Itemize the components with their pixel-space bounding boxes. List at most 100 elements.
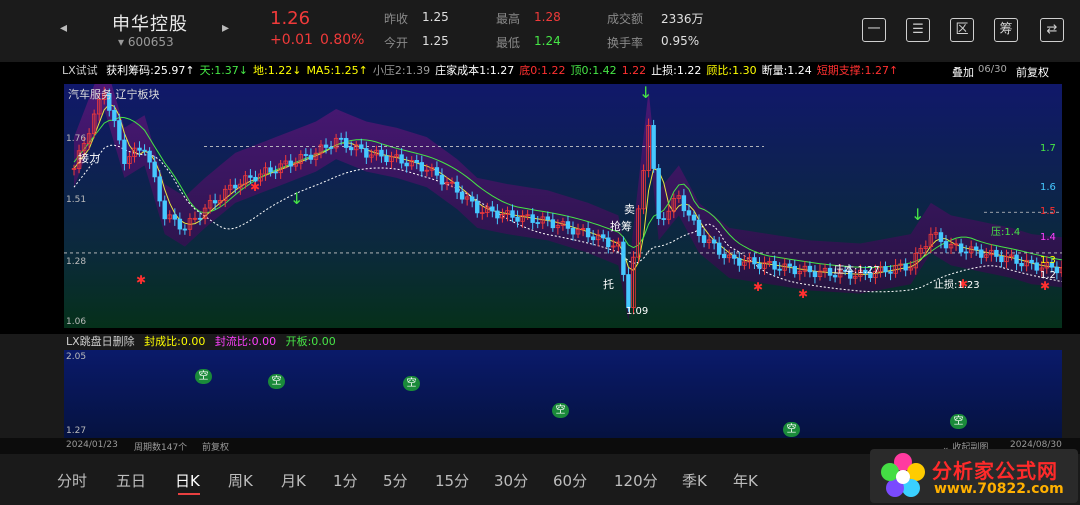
indicator-name[interactable]: LX试试 xyxy=(62,64,98,77)
candle-body xyxy=(545,216,550,221)
annotation-low: 1.09 xyxy=(626,306,649,317)
flower-logo-icon xyxy=(881,453,925,497)
indicator-value: 获利筹码:25.97↑ xyxy=(106,64,195,77)
buy-signal-star: ✱ xyxy=(753,280,763,294)
candle-body xyxy=(303,154,309,156)
tab-yearly[interactable]: 年K xyxy=(733,470,758,491)
candle-body xyxy=(364,148,369,158)
indicator-row[interactable]: LX试试 获利筹码:25.97↑ 天:1.37↓ 地:1.22↓ MA5:1.25↑ 小… xyxy=(62,62,909,82)
candle-body xyxy=(737,257,742,266)
candle-body xyxy=(888,271,893,274)
candle-body xyxy=(903,263,908,271)
chips-button[interactable]: 筹 xyxy=(994,18,1018,42)
candle-body xyxy=(606,237,611,248)
sub-axis-bottom: 1.27 xyxy=(66,426,87,436)
tab-1min[interactable]: 1分 xyxy=(333,470,358,491)
sub-item: 开板:0.00 xyxy=(285,335,336,348)
candle-body xyxy=(1019,262,1024,267)
candle-body xyxy=(379,149,384,157)
tab-intraday[interactable]: 分时 xyxy=(57,470,87,491)
sell-signal-arrow: ↓ xyxy=(290,189,303,208)
tab-weekly[interactable]: 周K xyxy=(228,470,253,491)
candle-body xyxy=(999,256,1004,263)
quote-label: 成交额 xyxy=(607,12,644,26)
candle-body xyxy=(308,154,314,160)
indicator-value: MA5:1.25↑ xyxy=(306,64,368,77)
stock-code[interactable]: ▾ 600653 xyxy=(118,35,174,49)
tab-60min[interactable]: 60分 xyxy=(553,470,587,491)
candlestick-chart[interactable]: ↓↓↓✱✱✱ ✱✱ ✱ xyxy=(64,84,1062,328)
sub-chart[interactable] xyxy=(64,350,1062,438)
candle-body xyxy=(399,154,404,164)
right-axis-label: 1.7 xyxy=(1040,143,1056,154)
candle-body xyxy=(530,214,535,223)
indicator-value: 止损:1.22 xyxy=(651,64,702,77)
fq-label[interactable]: 前复权 xyxy=(1016,64,1049,80)
list-button[interactable]: ☰ xyxy=(906,18,930,42)
next-stock-icon[interactable]: ▸ xyxy=(222,20,229,36)
tab-120min[interactable]: 120分 xyxy=(614,470,658,491)
empty-marker-icon: 空 xyxy=(268,374,285,389)
indicator-value: 1.22 xyxy=(621,64,647,77)
candle-body xyxy=(495,210,500,219)
dropdown-icon: ▾ xyxy=(118,35,125,49)
rotate-screen-button[interactable]: ⇄ xyxy=(1040,18,1064,42)
indicator-value: 底0:1.22 xyxy=(519,64,566,77)
prev-stock-icon[interactable]: ◂ xyxy=(60,20,67,36)
tab-5day[interactable]: 五日 xyxy=(116,470,146,491)
candle-body xyxy=(1034,262,1039,271)
candle-body xyxy=(651,125,656,169)
candle-body xyxy=(233,184,238,189)
candle-body xyxy=(117,120,122,141)
candle-body xyxy=(459,191,465,200)
annotation-tuo: 托 xyxy=(603,278,614,291)
candle-body xyxy=(535,222,540,224)
overlay-button[interactable]: 叠加 xyxy=(952,64,974,80)
annotation-zhuangben: 庄本:1.27 xyxy=(834,265,880,276)
candle-body xyxy=(469,196,475,202)
sub-indicator-row[interactable]: LX跳盘日删除 封成比:0.00 封流比:0.00 开板:0.00 xyxy=(66,333,336,349)
empty-marker-icon: 空 xyxy=(403,376,420,391)
tab-daily[interactable]: 日K xyxy=(175,470,200,491)
candle-body xyxy=(414,159,419,163)
tab-quarterly[interactable]: 季K xyxy=(682,470,707,491)
current-price: 1.26 xyxy=(270,8,311,29)
candle-body xyxy=(686,210,692,216)
range-button[interactable]: 区 xyxy=(950,18,974,42)
candle-body xyxy=(419,162,424,172)
empty-marker-icon: 空 xyxy=(950,414,967,429)
candle-body xyxy=(777,268,782,271)
candle-body xyxy=(565,221,571,229)
tab-5min[interactable]: 5分 xyxy=(383,470,408,491)
candle-body xyxy=(454,181,460,193)
minus-button[interactable]: 一 xyxy=(862,18,886,42)
tab-30min[interactable]: 30分 xyxy=(494,470,528,491)
tab-monthly[interactable]: 月K xyxy=(281,470,306,491)
candle-body xyxy=(812,271,818,278)
empty-marker-icon: 空 xyxy=(552,403,569,418)
candle-body xyxy=(439,174,445,185)
start-date: 2024/01/23 xyxy=(66,440,118,450)
sub-item: 封流比:0.00 xyxy=(214,335,277,348)
candle-body xyxy=(268,167,273,173)
tab-15min[interactable]: 15分 xyxy=(435,470,469,491)
annotation-qiangchou: 抢筹 xyxy=(610,220,632,233)
candle-body xyxy=(112,109,117,122)
sector-tag[interactable]: 汽车服务 辽宁板块 xyxy=(68,86,160,102)
candle-body xyxy=(807,265,813,273)
candle-body xyxy=(273,171,278,174)
indicator-value: 庄家成本1:1.27 xyxy=(435,64,515,77)
annotation-zhisun: 止损:1.23 xyxy=(934,280,980,291)
candle-body xyxy=(570,227,576,235)
buy-signal-star: ✱ xyxy=(798,287,808,301)
candle-body xyxy=(182,228,188,231)
right-axis-label: 1.3 xyxy=(1040,255,1056,266)
candle-body xyxy=(626,274,631,309)
candle-body xyxy=(691,214,697,221)
candle-body xyxy=(349,147,354,151)
candle-body xyxy=(157,176,162,202)
indicator-value: 短期支撑:1.27↑ xyxy=(816,64,899,77)
candle-body xyxy=(177,218,183,230)
candle-body xyxy=(338,137,344,140)
sub-indicator-name[interactable]: LX跳盘日删除 xyxy=(66,335,135,348)
